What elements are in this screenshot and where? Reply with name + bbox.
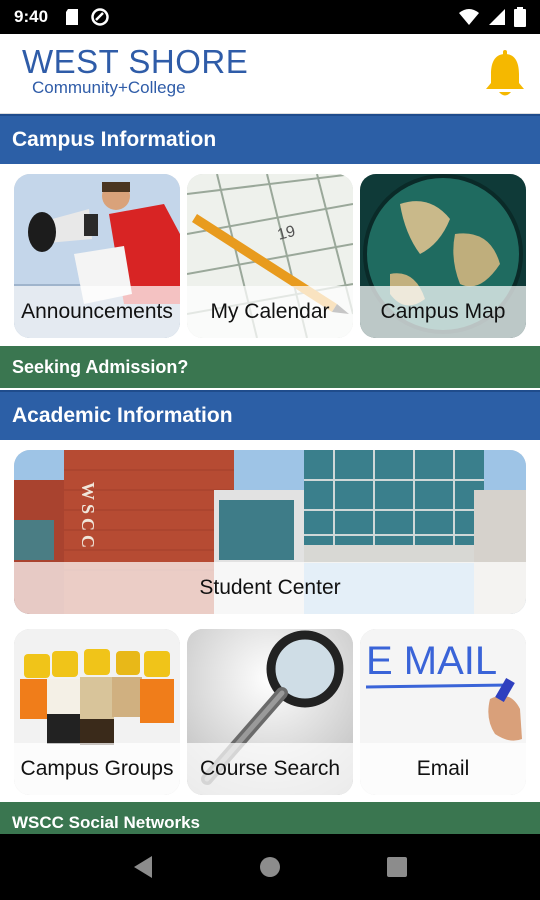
sd-card-icon	[66, 9, 79, 25]
home-button[interactable]	[250, 847, 290, 887]
logo-title: WEST SHORE	[22, 43, 249, 80]
tile-label: Campus Groups	[14, 743, 180, 795]
tile-label: My Calendar	[187, 286, 353, 338]
battery-icon	[514, 7, 526, 27]
back-button[interactable]	[123, 847, 163, 887]
tile-course-search[interactable]: Course Search	[187, 629, 353, 795]
notification-bell-icon[interactable]	[484, 50, 526, 98]
recents-square-icon	[386, 857, 407, 877]
back-triangle-icon	[134, 856, 153, 878]
section-title: Academic Information	[12, 404, 233, 427]
college-logo: WEST SHORE Community+College	[22, 43, 249, 102]
tile-campus-map[interactable]: Campus Map	[360, 174, 526, 338]
tile-email[interactable]: E MAIL Email	[360, 629, 526, 795]
tile-label: Email	[360, 743, 526, 795]
building-sign: WSCC	[78, 482, 98, 552]
status-time: 9:40	[14, 7, 49, 26]
section-academic-information[interactable]: Academic Information	[0, 390, 540, 440]
section-title: Seeking Admission?	[12, 356, 189, 377]
section-seeking-admission[interactable]: Seeking Admission?	[0, 346, 540, 388]
logo-subtitle: Community+College	[32, 78, 186, 97]
section-title: Campus Information	[12, 128, 217, 151]
signal-icon	[489, 9, 505, 25]
app-header: WEST SHORE Community+College	[0, 34, 540, 114]
wifi-icon	[459, 9, 479, 25]
tile-announcements[interactable]: Announcements	[14, 174, 180, 338]
status-bar: 9:40	[0, 0, 540, 34]
tile-my-calendar[interactable]: 19 My Calendar	[187, 174, 353, 338]
tile-label: Course Search	[187, 743, 353, 795]
recents-button[interactable]	[377, 847, 417, 887]
tile-student-center[interactable]: WSCC Student Center	[14, 450, 526, 614]
tile-label: Campus Map	[360, 286, 526, 338]
section-campus-information[interactable]: Campus Information	[0, 114, 540, 164]
tile-label: Student Center	[14, 562, 526, 614]
tile-label: Announcements	[14, 286, 180, 338]
tile-campus-groups[interactable]: Campus Groups	[14, 629, 180, 795]
home-circle-icon	[259, 857, 280, 877]
email-text: E MAIL	[366, 639, 497, 683]
system-nav-bar	[0, 834, 540, 900]
section-social-networks[interactable]: WSCC Social Networks	[0, 802, 540, 834]
section-title: WSCC Social Networks	[12, 813, 200, 832]
data-saver-icon	[91, 8, 109, 26]
